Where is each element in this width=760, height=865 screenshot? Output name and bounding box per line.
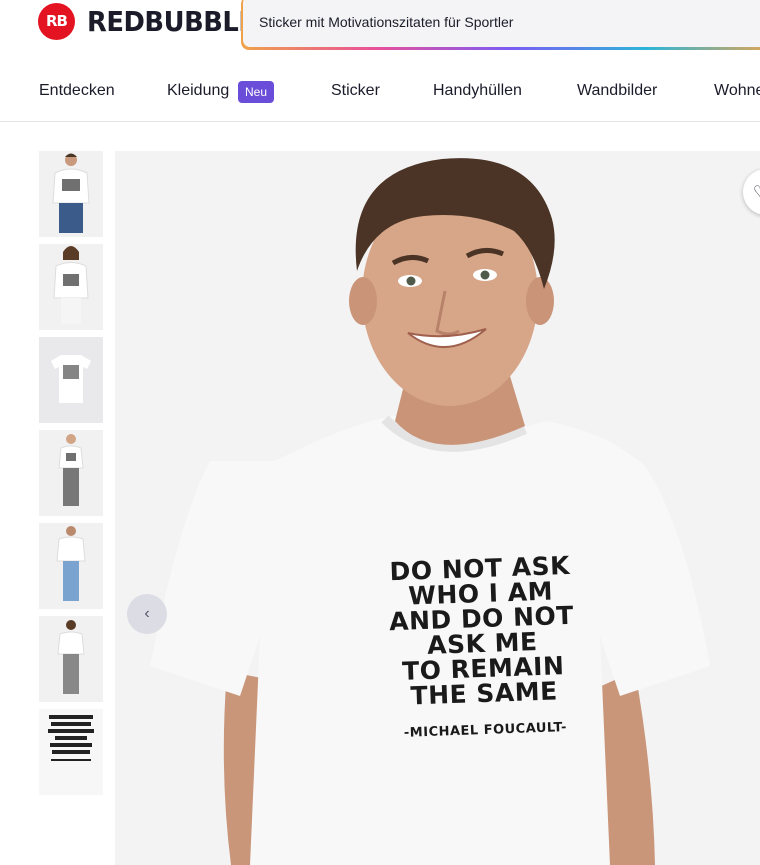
- category-nav: Entdecken Kleidung Neu Sticker Handyhüll…: [0, 70, 760, 122]
- logo-mark-icon: RB: [38, 2, 75, 40]
- nav-item-handyhuellen[interactable]: Handyhüllen: [433, 82, 522, 100]
- thumbnail-1[interactable]: [39, 151, 103, 237]
- thumbnail-2[interactable]: [39, 244, 103, 330]
- nav-item-sticker[interactable]: Sticker: [331, 82, 380, 100]
- chevron-left-icon: ‹: [144, 605, 150, 622]
- shirt-quote: DO NOT ASK WHO I AM AND DO NOT ASK ME TO…: [367, 551, 598, 742]
- redbubble-logo[interactable]: RB REDBUBBLE: [38, 2, 270, 40]
- search-bar[interactable]: Sticker mit Motivationszitaten für Sport…: [241, 0, 760, 50]
- site-header: RB REDBUBBLE Sticker mit Motivationszita…: [0, 0, 760, 50]
- previous-image-button[interactable]: ‹: [127, 594, 167, 634]
- heart-icon: ♡: [753, 182, 760, 202]
- thumbnail-3[interactable]: [39, 337, 103, 423]
- thumbnail-5[interactable]: [39, 523, 103, 609]
- new-badge: Neu: [238, 81, 275, 103]
- nav-item-wandbilder[interactable]: Wandbilder: [577, 82, 657, 100]
- model-illustration: [115, 151, 760, 865]
- product-image: DO NOT ASK WHO I AM AND DO NOT ASK ME TO…: [115, 151, 760, 865]
- nav-item-kleidung[interactable]: Kleidung: [167, 82, 229, 100]
- nav-item-wohnen[interactable]: Wohnen: [714, 82, 760, 100]
- logo-text: REDBUBBLE: [87, 4, 256, 38]
- search-input[interactable]: Sticker mit Motivationszitaten für Sport…: [243, 0, 760, 47]
- thumbnail-4[interactable]: [39, 430, 103, 516]
- nav-item-entdecken[interactable]: Entdecken: [39, 82, 115, 100]
- thumbnail-7[interactable]: [39, 709, 103, 795]
- thumbnail-6[interactable]: [39, 616, 103, 702]
